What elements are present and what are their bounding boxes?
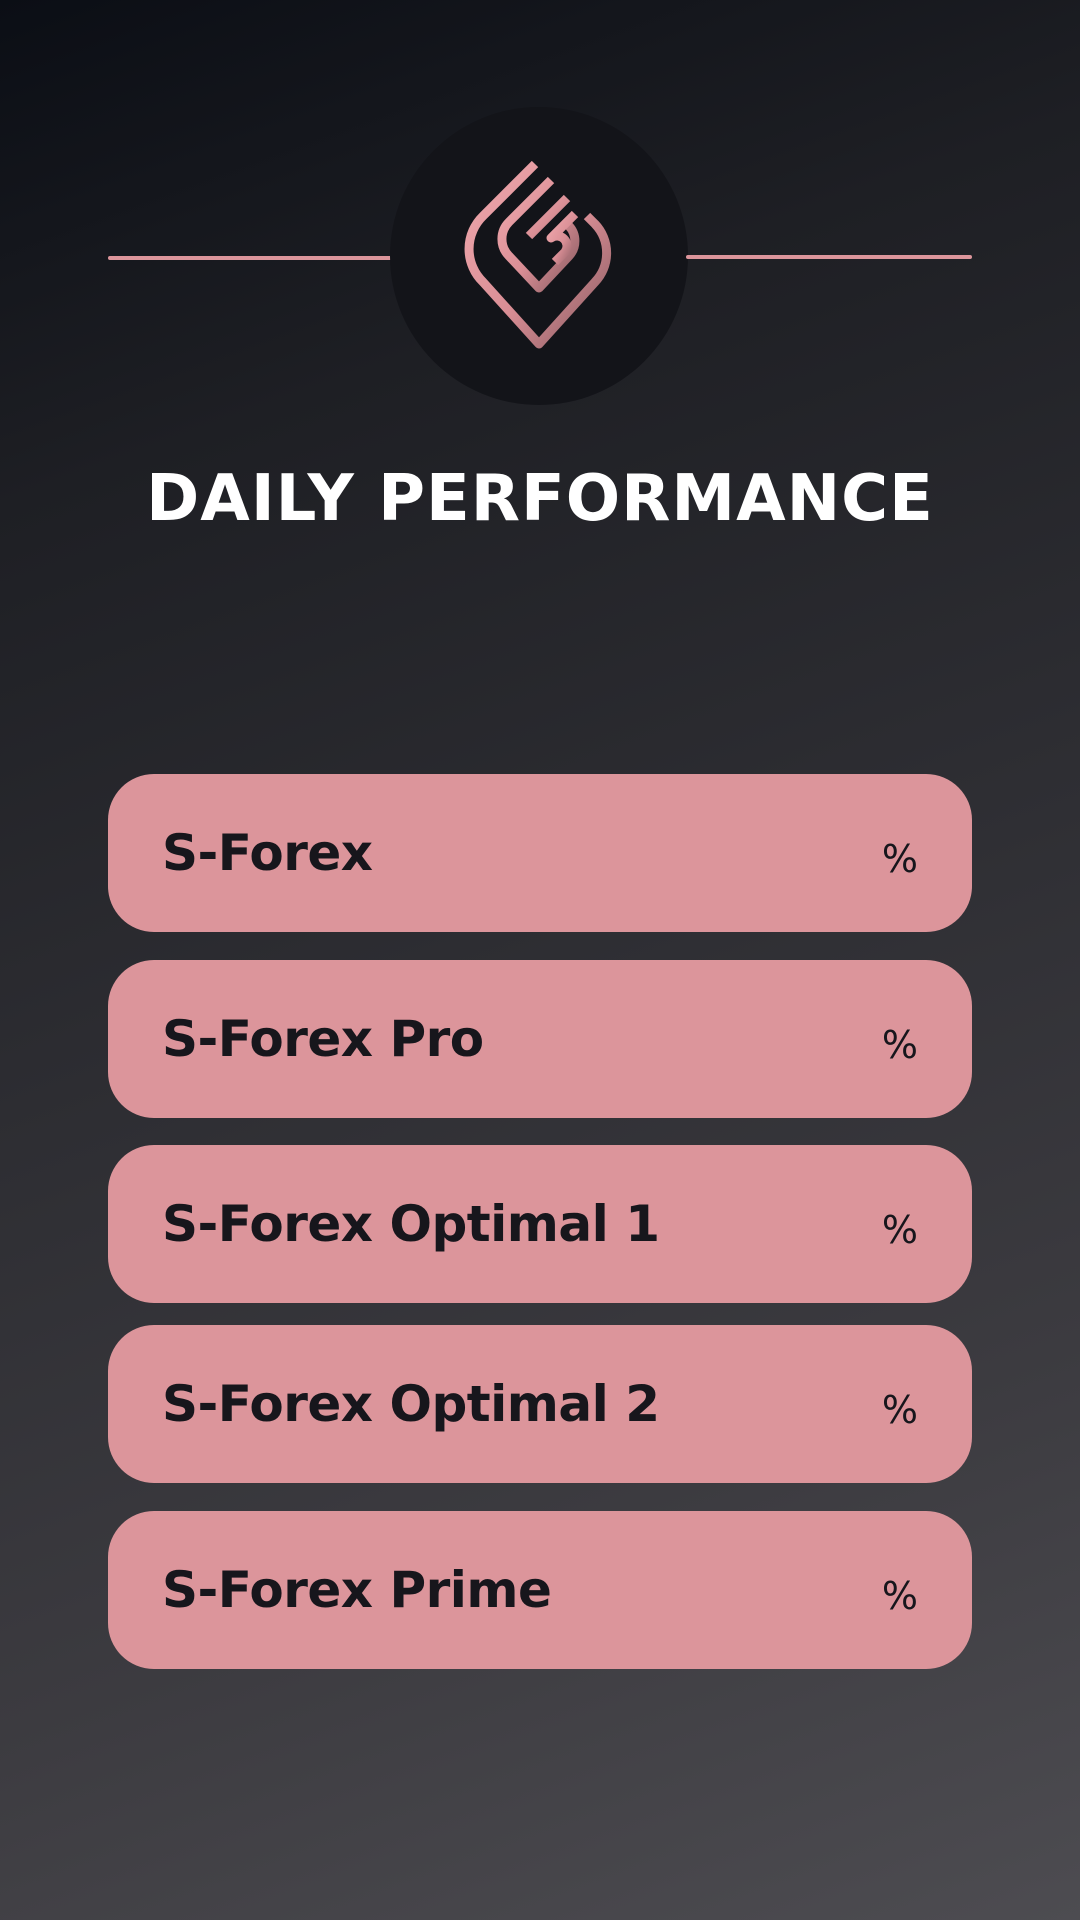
card-percent-value: % [881, 1023, 918, 1067]
header: DAILY PERFORMANCE [0, 0, 1080, 536]
card-name: S-Forex Optimal 1 [162, 1195, 660, 1253]
brand-logo-icon [464, 160, 612, 349]
card-percent-value: % [881, 1388, 918, 1432]
performance-card-s-forex-optimal-2[interactable]: S-Forex Optimal 2 % [108, 1325, 972, 1483]
performance-card-s-forex-pro[interactable]: S-Forex Pro % [108, 960, 972, 1118]
logo-badge [390, 107, 688, 405]
performance-card-s-forex[interactable]: S-Forex % [108, 774, 972, 932]
performance-card-s-forex-optimal-1[interactable]: S-Forex Optimal 1 % [108, 1145, 972, 1303]
divider-line-right [686, 255, 972, 259]
divider-line-left [108, 256, 395, 260]
card-name: S-Forex Prime [162, 1561, 552, 1619]
card-percent-value: % [881, 1208, 918, 1252]
card-percent-value: % [881, 1574, 918, 1618]
page-title: DAILY PERFORMANCE [146, 462, 934, 536]
performance-card-s-forex-prime[interactable]: S-Forex Prime % [108, 1511, 972, 1669]
card-percent-value: % [881, 837, 918, 881]
card-name: S-Forex Pro [162, 1010, 484, 1068]
card-name: S-Forex [162, 824, 373, 882]
card-name: S-Forex Optimal 2 [162, 1375, 660, 1433]
